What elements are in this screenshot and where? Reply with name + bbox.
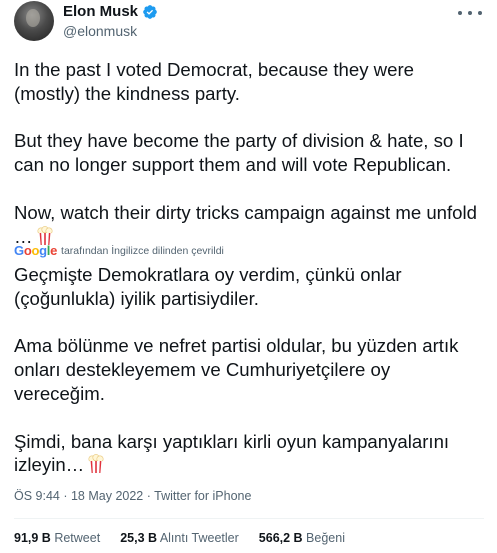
translated-paragraph: Şimdi, bana karşı yaptıkları kirli oyun … <box>14 430 450 476</box>
tweet-paragraph: In the past I voted Democrat, because th… <box>14 59 420 104</box>
quote-tweets-stat[interactable]: 25,3 B Alıntı Tweetler <box>120 531 239 545</box>
author-display-name[interactable]: Elon Musk <box>63 3 138 20</box>
popcorn-icon <box>87 454 105 474</box>
tweet-paragraph: But they have become the party of divisi… <box>14 130 469 176</box>
translation-attribution: Google tarafından İngilizce dilinden çev… <box>14 243 224 258</box>
tweet-text: In the past I voted Democrat, because th… <box>14 58 484 248</box>
translated-paragraph: Ama bölünme ve nefret partisi oldular, b… <box>14 335 459 404</box>
tweet-time[interactable]: ÖS 9:44 <box>14 489 60 503</box>
google-logo: Google <box>14 243 58 258</box>
translation-note: tarafından İngilizce dilinden çevrildi <box>61 244 224 257</box>
translated-paragraph: Geçmişte Demokratlara oy verdim, çünkü o… <box>14 264 402 309</box>
likes-stat[interactable]: 566,2 B Beğeni <box>259 531 345 545</box>
translated-text: Geçmişte Demokratlara oy verdim, çünkü o… <box>14 263 484 477</box>
tweet-meta: ÖS 9:44 · 18 May 2022 · Twitter for iPho… <box>14 489 252 503</box>
tweet-stats: 91,9 B Retweet 25,3 B Alıntı Tweetler 56… <box>14 531 365 545</box>
retweets-stat[interactable]: 91,9 B Retweet <box>14 531 100 545</box>
verified-badge-icon <box>142 4 158 20</box>
tweet-paragraph: Now, watch their dirty tricks campaign a… <box>14 201 483 247</box>
divider <box>14 518 484 519</box>
more-options-icon[interactable] <box>458 6 482 20</box>
author-handle[interactable]: @elonmusk <box>63 23 137 39</box>
avatar[interactable] <box>14 1 54 41</box>
author-name-row: Elon Musk <box>63 3 158 20</box>
tweet-header: Elon Musk @elonmusk <box>14 0 484 46</box>
tweet-date[interactable]: 18 May 2022 <box>71 489 143 503</box>
tweet-source: Twitter for iPhone <box>154 489 252 503</box>
